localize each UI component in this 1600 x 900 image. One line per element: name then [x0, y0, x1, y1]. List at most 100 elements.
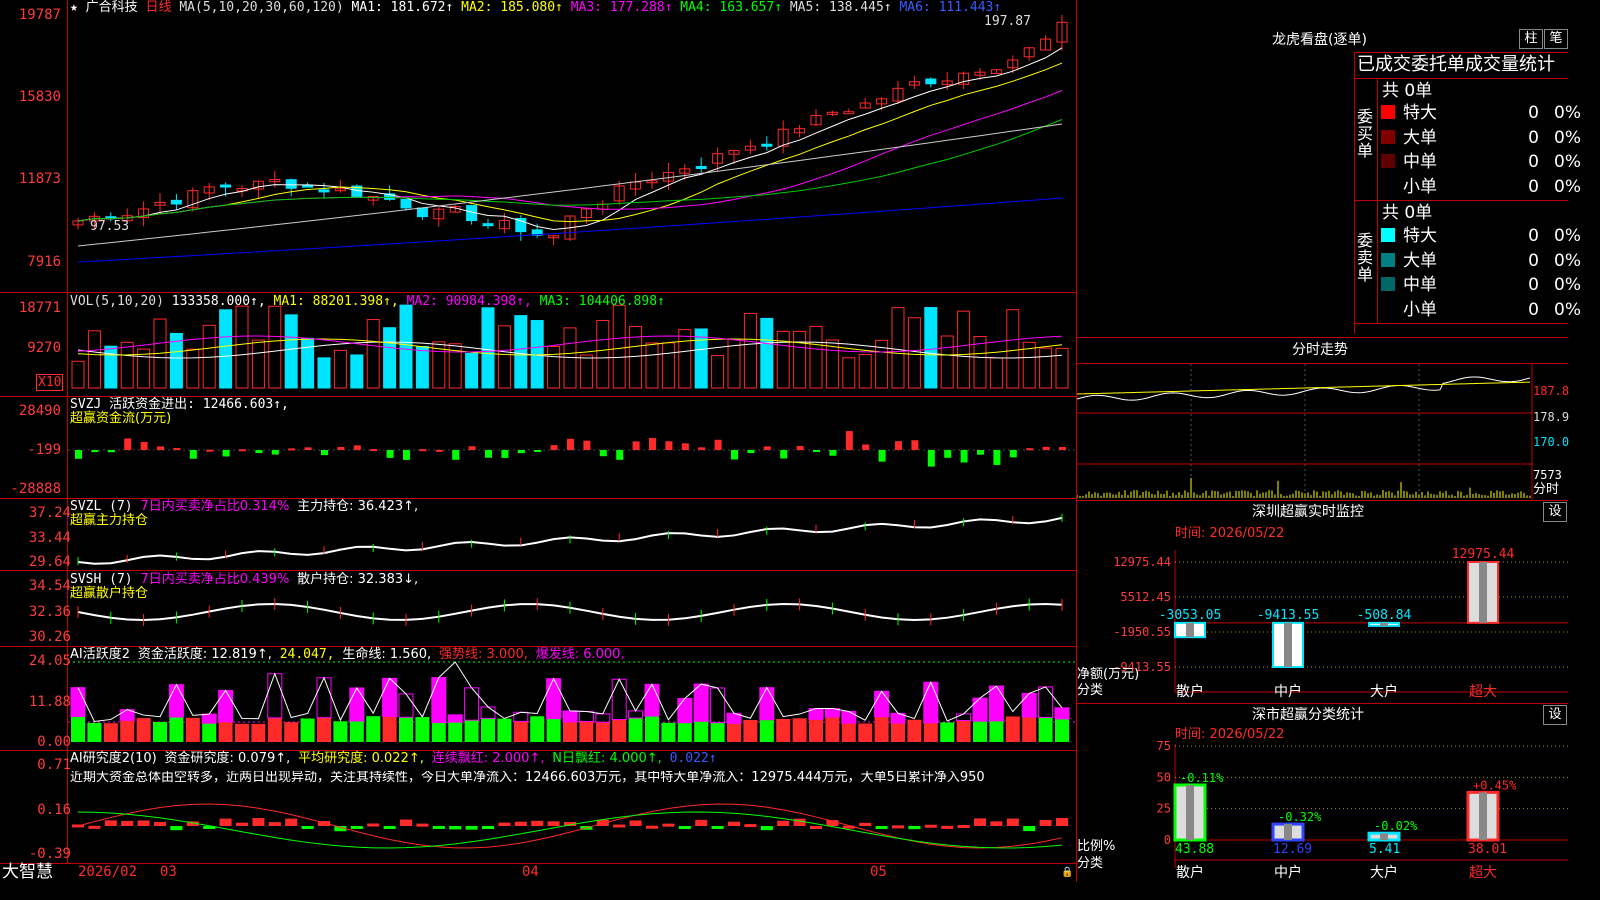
volume-bar	[989, 357, 1003, 389]
flow-bar	[993, 450, 1001, 465]
research-bar	[760, 826, 773, 831]
flow-bar	[1042, 446, 1050, 450]
flow-bar	[649, 438, 656, 450]
monitor-xlabel: 分类	[1077, 683, 1104, 698]
activity-bar	[940, 722, 955, 742]
activity-bar	[71, 716, 85, 742]
class-value-label: 43.88	[1175, 842, 1214, 857]
flow-bar	[665, 441, 673, 450]
ai1-y-label: 11.88	[28, 694, 71, 710]
activity-top	[546, 678, 562, 720]
activity-bar	[513, 721, 528, 742]
class-value-label: 12.69	[1273, 842, 1312, 857]
volume-bar	[1039, 347, 1053, 389]
activity-top	[611, 678, 627, 721]
volume-bar	[415, 345, 429, 389]
candle-body	[170, 199, 182, 205]
ma3-value: MA3: 177.288↑	[570, 0, 673, 15]
activity-bar	[415, 717, 430, 742]
activity-bar	[563, 722, 577, 742]
order-pct: 0%	[1554, 299, 1581, 320]
activity-bar	[481, 718, 495, 742]
research-bar	[859, 822, 872, 826]
volume-bar	[924, 307, 938, 389]
research-bar	[974, 818, 986, 826]
activity-bar	[382, 716, 397, 742]
flow-bar	[796, 446, 804, 450]
activity-bar	[628, 718, 643, 742]
activity-bar	[858, 723, 873, 742]
activity-bar	[366, 716, 381, 742]
ma5-value: MA5: 138.445↑	[789, 0, 892, 15]
monitor-cat-label: 中户	[1274, 683, 1302, 700]
lock-icon[interactable]: 🔒	[1061, 866, 1073, 880]
flow-bar	[288, 448, 296, 451]
monitor-cat-label: 大户	[1370, 683, 1398, 700]
flow-bar	[304, 447, 312, 450]
order-row-sell: 中单 0 0%	[1381, 273, 1581, 297]
research-bar	[875, 826, 888, 829]
activity-bar	[1022, 717, 1037, 742]
candlestick-chart[interactable]	[0, 0, 1076, 882]
chart-area[interactable]: ★ 广合科技 日线 MA(5,10,20,30,60,120) MA1: 181…	[0, 0, 1077, 882]
monitor-bar	[1467, 561, 1499, 624]
flow-bar	[107, 450, 115, 453]
activity-bar	[989, 720, 1004, 742]
volume-bar	[137, 348, 151, 389]
order-row-sell: 小单 0 0%	[1381, 298, 1581, 322]
volume-bar	[612, 304, 626, 389]
volume-bar	[907, 317, 921, 389]
activity-top	[398, 693, 414, 718]
activity-top	[644, 683, 660, 717]
flow-bar	[616, 450, 624, 460]
activity-bar	[169, 717, 184, 742]
research-bar	[482, 826, 494, 829]
intraday-chart[interactable]	[1077, 364, 1568, 500]
research-bar	[170, 826, 183, 831]
activity-top	[349, 687, 365, 722]
activity-top	[972, 697, 988, 722]
bar-view-button[interactable]: 柱	[1519, 29, 1543, 49]
flow-bar	[977, 450, 984, 455]
volume-bar	[1006, 309, 1020, 389]
vol-y-label: 18771	[18, 300, 61, 316]
order-value: 0	[1528, 127, 1539, 148]
activity-bar	[677, 722, 692, 742]
intraday-y-label: 170.0	[1533, 435, 1570, 449]
research-bar	[432, 826, 445, 829]
monitor-settings-button[interactable]: 设	[1543, 502, 1567, 522]
activity-bar	[743, 719, 758, 742]
research-bar	[514, 821, 527, 826]
volume-bar	[776, 330, 790, 389]
period-label[interactable]: 日线	[146, 0, 172, 15]
x10-badge[interactable]: X10	[36, 374, 64, 391]
net-flow-chart[interactable]: 12975.44 5512.45 -1950.55 -9413.55 -3053.05 散…	[1077, 540, 1568, 700]
activity-top	[1038, 686, 1054, 718]
monitor-bar	[1368, 621, 1400, 627]
flow-bar	[599, 450, 607, 457]
category-ratio-chart[interactable]: 75 50 25 0 -0.11% 43.88 散户 -0.32% 12.69 中户 -0.02% 5…	[1077, 740, 1568, 882]
flow-bar	[206, 449, 214, 452]
research-bar	[88, 825, 101, 829]
star-icon[interactable]: ★	[70, 0, 78, 15]
research-bar	[892, 825, 904, 829]
class-settings-button[interactable]: 设	[1543, 705, 1567, 725]
ai1-y-label: 0.00	[37, 734, 71, 750]
research-bar	[154, 821, 166, 826]
flow-bar	[731, 450, 738, 460]
activity-top	[956, 713, 972, 722]
volume-bar	[760, 317, 774, 389]
class-change-label: +0.45%	[1473, 778, 1517, 792]
activity-top	[874, 690, 890, 718]
research-bar	[744, 824, 757, 828]
main-y-label: 7916	[27, 254, 61, 270]
class-bar-shade	[1284, 824, 1292, 840]
class-ylabel: 比例%	[1077, 839, 1116, 854]
ma-line	[77, 90, 1063, 222]
activity-bar	[120, 720, 135, 742]
flow-bar	[485, 450, 492, 458]
lhb-title: 龙虎看盘(逐单)	[1272, 32, 1367, 48]
svsh-y-label: 32.36	[28, 604, 71, 620]
tick-view-button[interactable]: 笔	[1544, 29, 1568, 49]
flow-bar	[222, 450, 230, 457]
